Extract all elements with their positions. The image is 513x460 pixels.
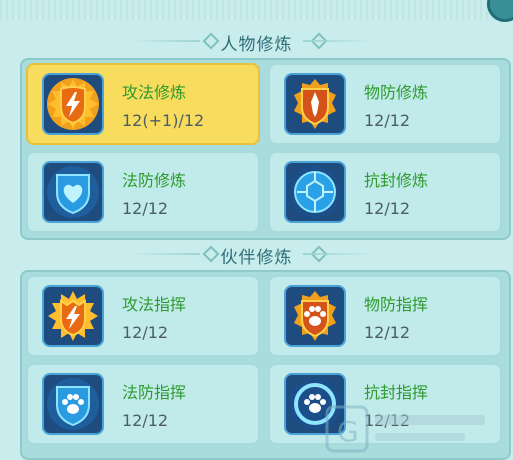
item-label: 抗封指挥 <box>364 383 429 402</box>
card-magic-defense-command[interactable]: 法防指挥 12/12 <box>26 363 260 445</box>
section-header-character: 人物修炼 <box>0 28 513 55</box>
item-value: 12/12 <box>122 199 169 218</box>
diamond-ornament-icon <box>202 32 220 50</box>
item-label: 法防修炼 <box>122 171 187 190</box>
item-label: 法防指挥 <box>122 383 187 402</box>
background-pattern <box>0 0 513 20</box>
divider-line <box>130 40 200 42</box>
item-value: 12/12 <box>364 199 411 218</box>
card-attack-command[interactable]: 攻法指挥 12/12 <box>26 275 260 357</box>
item-value: 12/12 <box>364 323 411 342</box>
heart-shield-icon <box>42 161 104 223</box>
item-value: 12/12 <box>364 411 411 430</box>
card-attack-cultivation[interactable]: 攻法修炼 12(+1)/12 <box>26 63 260 145</box>
card-physical-defense-cultivation[interactable]: 物防修炼 12/12 <box>268 63 502 145</box>
lightning-shield-icon <box>42 285 104 347</box>
section-title: 伙伴修炼 <box>220 248 293 268</box>
divider-line <box>303 40 373 42</box>
sword-shield-icon <box>284 73 346 135</box>
divider-line <box>303 253 373 255</box>
section-header-partner: 伙伴修炼 <box>0 241 513 268</box>
item-label: 抗封修炼 <box>364 171 429 190</box>
card-magic-defense-cultivation[interactable]: 法防修炼 12/12 <box>26 151 260 233</box>
paw-shield-icon <box>284 285 346 347</box>
item-label: 物防修炼 <box>364 83 429 102</box>
item-label: 攻法指挥 <box>122 295 187 314</box>
card-physical-defense-command[interactable]: 物防指挥 12/12 <box>268 275 502 357</box>
item-label: 物防指挥 <box>364 295 429 314</box>
diamond-ornament-icon <box>202 245 220 263</box>
paw-ring-icon <box>284 373 346 435</box>
card-anti-seal-cultivation[interactable]: 抗封修炼 12/12 <box>268 151 502 233</box>
item-label: 攻法修炼 <box>122 83 187 102</box>
item-value: 12(+1)/12 <box>122 111 205 130</box>
item-value: 12/12 <box>364 111 411 130</box>
divider-line <box>130 253 200 255</box>
paw-blue-shield-icon <box>42 373 104 435</box>
turtle-shell-icon <box>284 161 346 223</box>
item-value: 12/12 <box>122 411 169 430</box>
card-anti-seal-command[interactable]: 抗封指挥 12/12 <box>268 363 502 445</box>
character-cultivation-panel: 攻法修炼 12(+1)/12 物防修炼 12/12 法防修炼 12/12 抗封修… <box>20 58 511 240</box>
partner-cultivation-panel: 攻法指挥 12/12 物防指挥 12/12 法防指挥 12/12 抗封指挥 12… <box>20 270 511 460</box>
lightning-shield-icon <box>42 73 104 135</box>
section-title: 人物修炼 <box>220 35 293 55</box>
item-value: 12/12 <box>122 323 169 342</box>
